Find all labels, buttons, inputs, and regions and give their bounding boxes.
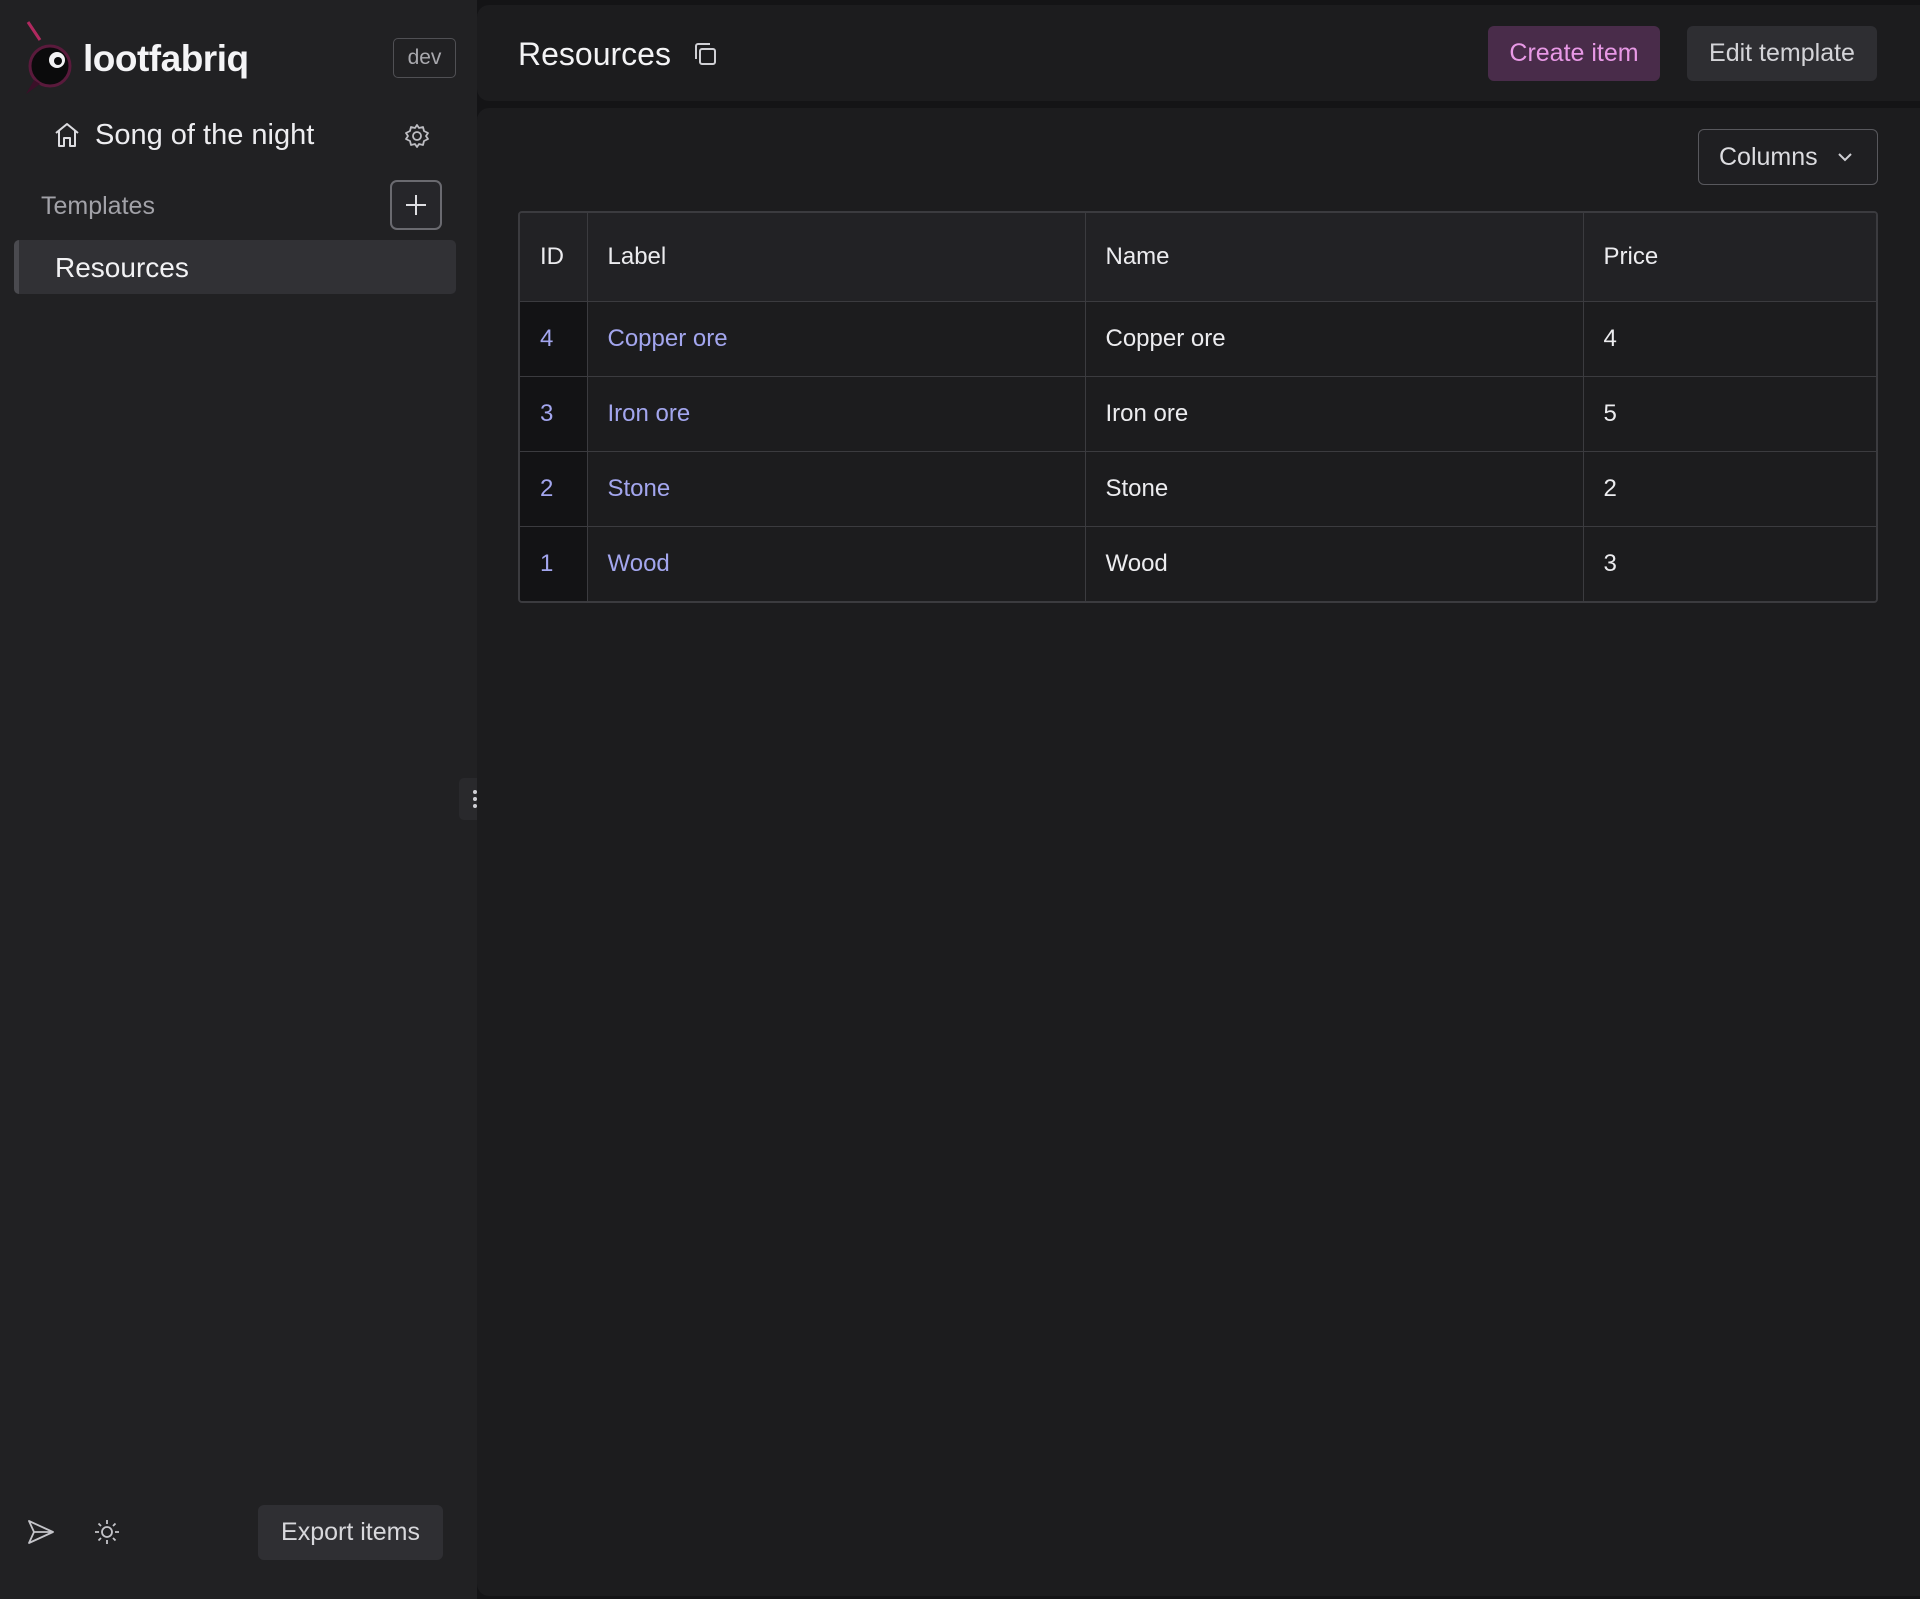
- chevron-down-icon: [1838, 153, 1852, 162]
- brand-name: lootfabriq: [83, 38, 249, 79]
- table-row[interactable]: 3 Iron ore Iron ore 5: [520, 376, 1876, 452]
- sun-icon[interactable]: [92, 1517, 122, 1547]
- cell-id[interactable]: 2: [520, 451, 588, 527]
- page-title: Resources: [518, 36, 671, 72]
- sidebar-item-resources[interactable]: Resources: [14, 240, 456, 294]
- column-header-price[interactable]: Price: [1583, 213, 1876, 302]
- project-name: Song of the night: [95, 119, 315, 151]
- main-panel: Columns ID Label Name Price 4 Copper ore…: [477, 108, 1920, 1596]
- cell-id[interactable]: 3: [520, 376, 588, 452]
- cell-label-link[interactable]: Wood: [587, 526, 1086, 601]
- plus-icon: [406, 195, 426, 215]
- column-header-id[interactable]: ID: [520, 213, 588, 302]
- templates-section-header: Templates: [41, 180, 442, 232]
- cell-name: Iron ore: [1085, 376, 1584, 452]
- cell-price: 4: [1583, 301, 1876, 377]
- app-root: lootfabriq dev Song of the night Templat…: [0, 0, 1920, 1599]
- cell-label-link[interactable]: Copper ore: [587, 301, 1086, 377]
- columns-dropdown[interactable]: Columns: [1698, 129, 1878, 185]
- project-selector[interactable]: Song of the night: [52, 116, 442, 156]
- add-template-button[interactable]: [390, 180, 442, 230]
- cell-id[interactable]: 4: [520, 301, 588, 377]
- cell-price: 2: [1583, 451, 1876, 527]
- cell-name: Wood: [1085, 526, 1584, 601]
- gear-icon[interactable]: [403, 122, 431, 150]
- export-items-button[interactable]: Export items: [258, 1505, 443, 1560]
- items-table: ID Label Name Price 4 Copper ore Copper …: [518, 211, 1878, 603]
- logo-icon: [26, 21, 72, 94]
- cell-id[interactable]: 1: [520, 526, 588, 601]
- table-row[interactable]: 4 Copper ore Copper ore 4: [520, 301, 1876, 377]
- cell-label-link[interactable]: Iron ore: [587, 376, 1086, 452]
- edit-template-button[interactable]: Edit template: [1687, 26, 1877, 81]
- cell-name: Stone: [1085, 451, 1584, 527]
- column-header-name[interactable]: Name: [1085, 213, 1584, 302]
- brand[interactable]: lootfabriq dev: [20, 18, 460, 98]
- sidebar: lootfabriq dev Song of the night Templat…: [0, 0, 477, 1599]
- page-header: Resources Create item Edit template: [477, 5, 1920, 101]
- table-row[interactable]: 1 Wood Wood 3: [520, 526, 1876, 601]
- create-item-button[interactable]: Create item: [1488, 26, 1660, 81]
- cell-price: 3: [1583, 526, 1876, 601]
- templates-label: Templates: [41, 192, 155, 220]
- cell-label-link[interactable]: Stone: [587, 451, 1086, 527]
- column-header-label[interactable]: Label: [587, 213, 1086, 302]
- env-badge: dev: [393, 38, 456, 78]
- home-icon: [55, 123, 79, 147]
- table-row[interactable]: 2 Stone Stone 2: [520, 451, 1876, 527]
- cell-price: 5: [1583, 376, 1876, 452]
- send-icon[interactable]: [26, 1517, 56, 1547]
- columns-label: Columns: [1719, 143, 1818, 171]
- table-header-row: ID Label Name Price: [520, 213, 1876, 302]
- sidebar-item-label: Resources: [55, 252, 189, 283]
- cell-name: Copper ore: [1085, 301, 1584, 377]
- copy-icon[interactable]: [691, 40, 719, 68]
